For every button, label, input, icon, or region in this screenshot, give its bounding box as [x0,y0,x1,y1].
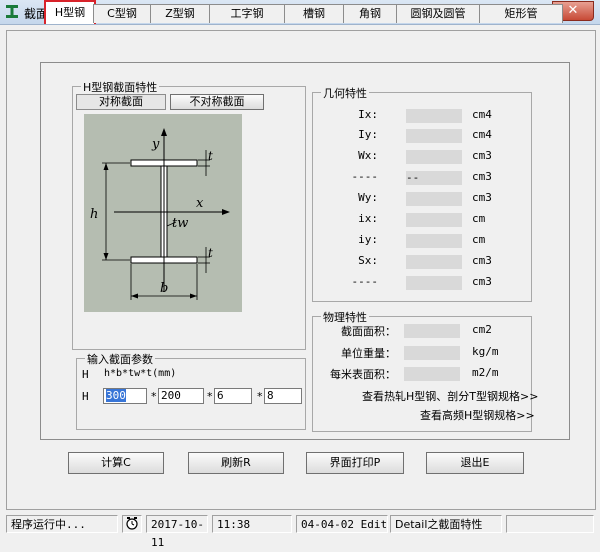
geo-value [406,192,462,206]
section-group-label: H型钢截面特性 [81,79,160,95]
geo-unit: cm3 [472,275,492,288]
h-input[interactable]: 300 [103,388,147,404]
h-section-figure: y x h b tw t t [84,114,242,312]
tw-input[interactable]: 6 [214,388,252,404]
status-time: 11:38 [212,515,292,533]
tab-h-steel[interactable]: H型钢 [44,0,96,24]
status-date: 2017-10-11 [146,515,208,549]
geo-label: ix: [358,212,378,225]
h-symbol-label: H [82,368,89,381]
refresh-button[interactable]: 刷新R [188,452,284,474]
geo-unit: cm4 [472,128,492,141]
geo-value [406,109,462,123]
sep-3: * [257,390,263,403]
geo-value [406,234,462,248]
h-row-label: H [82,390,89,403]
exit-button[interactable]: 退出E [426,452,524,474]
t-bottom-dim-label: t [208,246,213,260]
geometry-group-label: 几何特性 [321,85,369,101]
phys-value [404,324,460,338]
print-button[interactable]: 界面打印P [306,452,404,474]
geo-value [406,255,462,269]
geo-label: iy: [358,233,378,246]
geo-value [406,276,462,290]
tab-c-steel[interactable]: C型钢 [93,4,151,23]
asymmetric-button[interactable]: 不对称截面 [170,94,264,110]
geo-unit: cm3 [472,149,492,162]
geo-label: Wx: [358,149,378,162]
t-input[interactable]: 8 [264,388,302,404]
status-empty [506,515,594,533]
phys-value [404,367,460,381]
h-dim-label: h [90,207,98,222]
phys-label: 每米表面积： [330,368,396,381]
phys-unit: kg/m [472,345,499,358]
symmetric-button[interactable]: 对称截面 [76,94,166,110]
tab-channel[interactable]: 槽钢 [284,4,344,23]
phys-label: 截面面积： [341,325,396,338]
hf-spec-link[interactable]: 查看高频H型钢规格>> [420,407,535,423]
phys-value [404,346,460,360]
sep-1: * [151,390,157,403]
geo-value [406,213,462,227]
app-icon [6,5,18,18]
geo-unit: cm3 [472,170,492,183]
geo-value [406,150,462,164]
sep-2: * [207,390,213,403]
calculate-button[interactable]: 计算C [68,452,164,474]
phys-label: 单位重量： [341,347,396,360]
status-edition: 04-04-02 Edition [296,515,388,533]
tw-dim-label: tw [172,216,188,231]
tab-round[interactable]: 圆钢及圆管 [396,4,480,23]
b-dim-label: b [160,281,168,296]
h-section-diagram: y x h b tw t t [90,128,230,300]
formula-label: h*b*tw*t(mm) [104,368,177,379]
geo-label: Sx: [358,254,378,267]
tab-i-beam[interactable]: 工字钢 [209,4,285,23]
geo-value: -- [406,171,462,185]
tab-angle[interactable]: 角钢 [343,4,397,23]
geo-unit: cm4 [472,108,492,121]
phys-unit: m2/m [472,366,499,379]
geo-label: ---- [351,275,379,288]
x-axis-label: x [196,196,204,211]
main-window: 截面特性 ✕ H型钢 C型钢 Z型钢 工字钢 槽钢 角钢 圆钢及圆管 矩形管 H… [0,0,600,549]
b-input[interactable]: 200 [158,388,204,404]
geo-unit: cm [472,212,486,225]
tab-rect-tube[interactable]: 矩形管 [479,4,563,23]
status-detail: Detail之截面特性 [390,515,502,533]
geo-label: ---- [351,170,379,183]
geo-label: Iy: [358,128,378,141]
tab-z-steel[interactable]: Z型钢 [150,4,210,23]
t-top-dim-label: t [208,149,213,163]
hot-rolled-spec-link[interactable]: 查看热轧H型钢、剖分T型钢规格>> [362,388,538,404]
geo-unit: cm3 [472,191,492,204]
geo-unit: cm3 [472,254,492,267]
status-bar: 程序运行中... 2017-10-11 11:38 04-04-02 Editi… [0,512,600,549]
geo-value [406,129,462,143]
geo-unit: cm [472,233,486,246]
y-axis-label: y [151,137,160,152]
status-running: 程序运行中... [6,515,118,533]
phys-unit: cm2 [472,323,492,336]
geo-label: Ix: [358,108,378,121]
clock-icon [122,515,142,533]
geo-label: Wy: [358,191,378,204]
params-group-label: 输入截面参数 [85,351,155,367]
